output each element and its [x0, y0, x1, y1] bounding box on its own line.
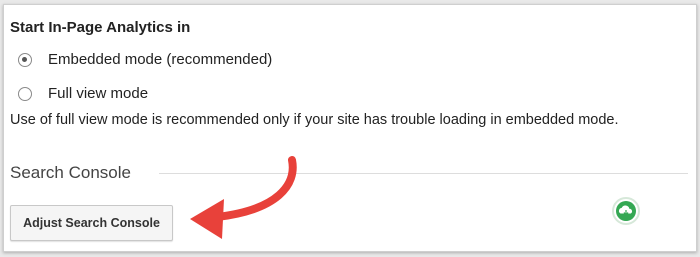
adjust-search-console-button[interactable]: Adjust Search Console [10, 205, 173, 241]
radio-embedded-mode[interactable]: Embedded mode (recommended) [18, 51, 272, 68]
screenshot-frame: Start In-Page Analytics in Embedded mode… [0, 0, 700, 257]
settings-panel: Start In-Page Analytics in Embedded mode… [3, 4, 697, 252]
radio-label-embedded: Embedded mode (recommended) [48, 51, 273, 68]
full-view-help-text: Use of full view mode is recommended onl… [10, 112, 619, 128]
search-console-heading: Search Console [10, 163, 131, 182]
radio-button-unchecked[interactable] [18, 86, 32, 101]
radio-button-checked[interactable] [18, 52, 32, 67]
radio-full-view-mode[interactable]: Full view mode [18, 85, 148, 102]
analytics-section-title: Start In-Page Analytics in [10, 19, 191, 36]
cloud-icon[interactable] [611, 196, 641, 226]
red-arrow-icon [190, 156, 297, 239]
radio-label-full-view: Full view mode [48, 85, 149, 102]
